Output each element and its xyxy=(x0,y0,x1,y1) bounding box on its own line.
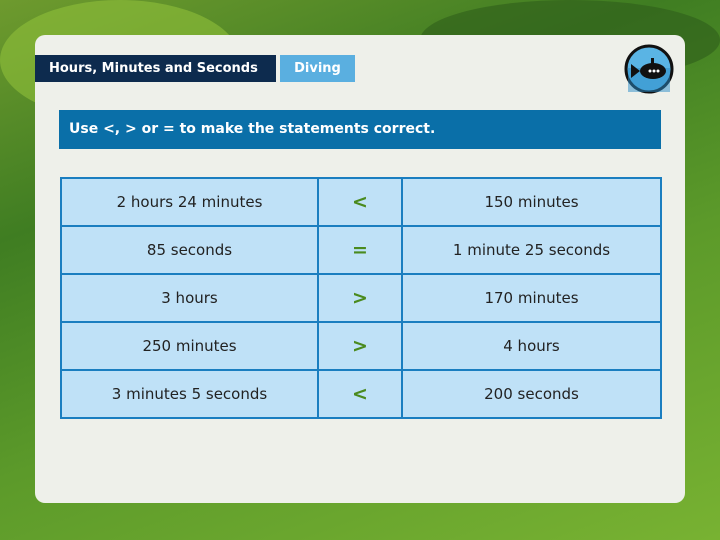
left-cell: 3 minutes 5 seconds xyxy=(60,369,319,419)
left-cell: 250 minutes xyxy=(60,321,319,371)
right-cell: 150 minutes xyxy=(401,177,662,227)
right-cell: 1 minute 25 seconds xyxy=(401,225,662,275)
tab-difficulty[interactable]: Diving xyxy=(280,55,355,82)
table-row: 2 hours 24 minutes <150 minutes xyxy=(60,177,662,227)
table-row: 250 minutes >4 hours xyxy=(60,321,662,371)
left-cell: 2 hours 24 minutes xyxy=(60,177,319,227)
symbol-cell[interactable]: > xyxy=(317,273,403,323)
right-cell: 4 hours xyxy=(401,321,662,371)
symbol-cell[interactable]: < xyxy=(317,177,403,227)
table-row: 3 minutes 5 seconds <200 seconds xyxy=(60,369,662,419)
table-row: 85 seconds = 1 minute 25 seconds xyxy=(60,225,662,275)
tab-topic[interactable]: Hours, Minutes and Seconds xyxy=(35,55,276,82)
symbol-cell[interactable]: > xyxy=(317,321,403,371)
table-row: 3 hours >170 minutes xyxy=(60,273,662,323)
left-cell: 3 hours xyxy=(60,273,319,323)
symbol-cell[interactable]: = xyxy=(317,225,403,275)
left-cell: 85 seconds xyxy=(60,225,319,275)
symbol-cell[interactable]: < xyxy=(317,369,403,419)
right-cell: 170 minutes xyxy=(401,273,662,323)
instruction-banner: Use <, > or = to make the statements cor… xyxy=(59,110,661,149)
comparison-table: 2 hours 24 minutes <150 minutes 85 second… xyxy=(60,177,662,419)
submarine-icon xyxy=(624,44,674,94)
right-cell: 200 seconds xyxy=(401,369,662,419)
